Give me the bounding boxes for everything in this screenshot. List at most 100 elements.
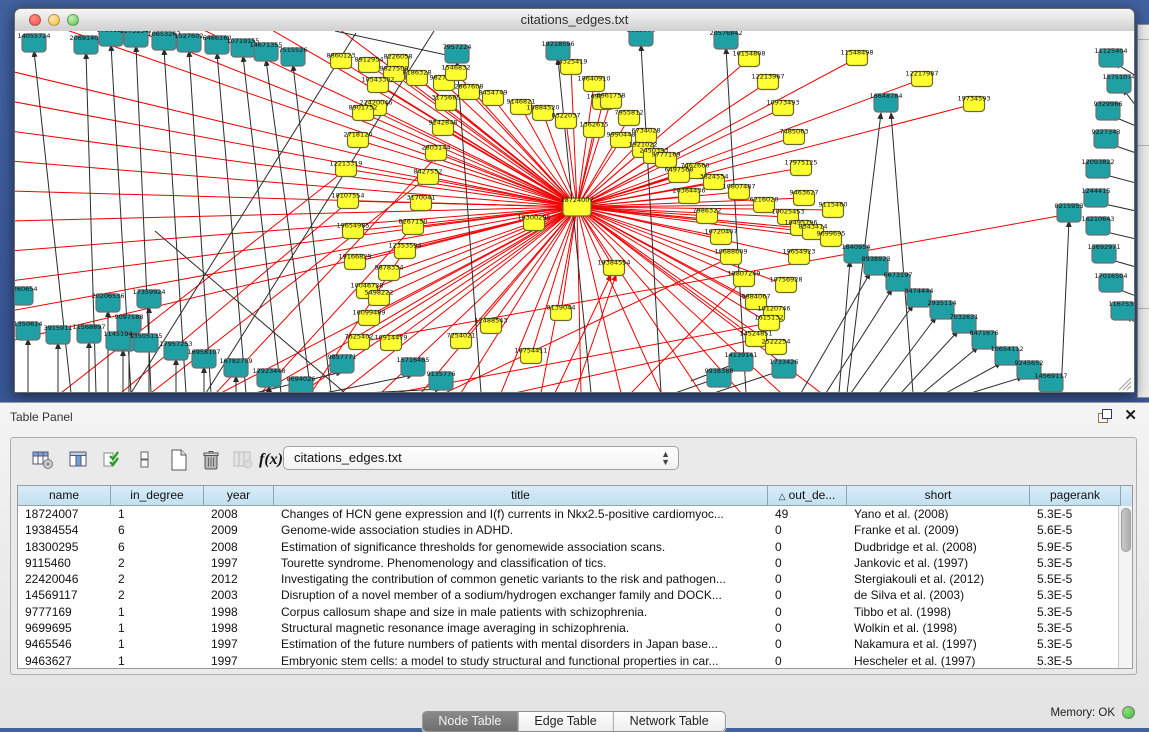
table-cell[interactable]: 2 bbox=[111, 555, 204, 571]
window-resize-grip[interactable] bbox=[1119, 378, 1131, 390]
table-cell[interactable]: 1 bbox=[111, 636, 204, 652]
table-cell[interactable]: 1 bbox=[111, 620, 204, 636]
graph-edge[interactable] bbox=[325, 375, 413, 392]
citation-network-graph[interactable]: 1872400788601238912954822605898275098186… bbox=[15, 31, 1134, 392]
graph-edge[interactable] bbox=[923, 347, 978, 392]
table-cell[interactable]: Investigating the contribution of common… bbox=[274, 571, 768, 587]
table-cell[interactable]: 9777169 bbox=[18, 604, 111, 620]
table-cell[interactable]: Genome-wide association studies in ADHD. bbox=[274, 522, 768, 538]
table-cell[interactable]: 2003 bbox=[204, 587, 274, 603]
graph-edge[interactable] bbox=[131, 33, 356, 392]
table-cell[interactable]: 18724007 bbox=[18, 506, 111, 522]
table-cell[interactable]: 5.3E-5 bbox=[1030, 555, 1121, 571]
table-cell[interactable]: 49 bbox=[768, 506, 847, 522]
column-header-short[interactable]: short bbox=[847, 486, 1030, 506]
close-panel-icon[interactable]: ✕ bbox=[1124, 409, 1137, 423]
table-cell[interactable]: 5.3E-5 bbox=[1030, 587, 1121, 603]
graph-edge[interactable] bbox=[826, 289, 892, 392]
table-cell[interactable]: 1 bbox=[111, 604, 204, 620]
graph-edge[interactable] bbox=[577, 102, 603, 207]
table-cell[interactable]: Estimation of the future numbers of pati… bbox=[274, 636, 768, 652]
network-canvas[interactable]: 1872400788601238912954822605898275098186… bbox=[15, 31, 1134, 392]
table-row[interactable]: 1830029562008Estimation of significance … bbox=[18, 539, 1132, 555]
table-cell[interactable]: de Silva et al. (2003) bbox=[847, 587, 1030, 603]
table-cell[interactable]: Dudbridge et al. (2008) bbox=[847, 539, 1030, 555]
column-header-name[interactable]: name bbox=[18, 486, 111, 506]
table-cell[interactable]: 22420046 bbox=[18, 571, 111, 587]
table-cell[interactable]: 5.3E-5 bbox=[1030, 604, 1121, 620]
column-header-pagerank[interactable]: pagerank bbox=[1030, 486, 1121, 506]
graph-edge[interactable] bbox=[577, 207, 581, 392]
delete-table-icon[interactable] bbox=[199, 447, 223, 473]
table-cell[interactable]: 2009 bbox=[204, 522, 274, 538]
table-cell[interactable]: 5.3E-5 bbox=[1030, 620, 1121, 636]
zoom-window-button[interactable] bbox=[67, 14, 79, 26]
clear-selection-icon[interactable] bbox=[133, 447, 157, 473]
tab-node-table[interactable]: Node Table bbox=[422, 712, 518, 731]
table-cell[interactable]: 5.3E-5 bbox=[1030, 506, 1121, 522]
table-cell[interactable]: Embryonic stem cells: a model to study s… bbox=[274, 653, 768, 669]
table-cell[interactable]: Franke et al. (2009) bbox=[847, 522, 1030, 538]
column-header-year[interactable]: year bbox=[204, 486, 274, 506]
graph-edge[interactable] bbox=[266, 60, 311, 392]
close-window-button[interactable] bbox=[29, 14, 41, 26]
float-panel-icon[interactable] bbox=[1098, 409, 1112, 423]
table-cell[interactable]: 2008 bbox=[204, 539, 274, 555]
table-cell[interactable]: 6 bbox=[111, 522, 204, 538]
tab-network-table[interactable]: Network Table bbox=[614, 712, 725, 731]
table-cell[interactable]: 1998 bbox=[204, 604, 274, 620]
table-cell[interactable]: 1 bbox=[111, 653, 204, 669]
table-cell[interactable]: Tibbo et al. (1998) bbox=[847, 604, 1030, 620]
table-cell[interactable]: 2 bbox=[111, 587, 204, 603]
table-cell[interactable]: Wolkin et al. (1998) bbox=[847, 620, 1030, 636]
vertical-scrollbar[interactable] bbox=[1118, 506, 1132, 668]
new-table-icon[interactable] bbox=[167, 447, 191, 473]
table-cell[interactable]: 1997 bbox=[204, 653, 274, 669]
graph-edge[interactable] bbox=[851, 305, 913, 392]
graph-edge[interactable] bbox=[243, 56, 281, 392]
table-cell[interactable]: Hescheler et al. (1997) bbox=[847, 653, 1030, 669]
table-row[interactable]: 1456911722003Disruption of a novel membe… bbox=[18, 587, 1132, 603]
table-row[interactable]: 946362711997Embryonic stem cells: a mode… bbox=[18, 653, 1132, 669]
table-cell[interactable]: 5.6E-5 bbox=[1030, 522, 1121, 538]
graph-edge[interactable] bbox=[726, 48, 746, 392]
table-cell[interactable]: 2 bbox=[111, 571, 204, 587]
table-settings-icon[interactable] bbox=[31, 447, 55, 473]
table-cell[interactable]: 0 bbox=[768, 604, 847, 620]
table-cell[interactable]: Jankovic et al. (1997) bbox=[847, 555, 1030, 571]
table-row[interactable]: 969969511998Structural magnetic resonanc… bbox=[18, 620, 1132, 636]
graph-edge[interactable] bbox=[577, 84, 594, 207]
column-header-title[interactable]: title bbox=[274, 486, 768, 506]
table-cell[interactable]: Disruption of a novel member of a sodium… bbox=[274, 587, 768, 603]
table-cell[interactable]: 6 bbox=[111, 539, 204, 555]
table-cell[interactable]: Yano et al. (2008) bbox=[847, 506, 1030, 522]
table-cell[interactable]: 18300295 bbox=[18, 539, 111, 555]
table-cell[interactable]: 2008 bbox=[204, 506, 274, 522]
table-cell[interactable]: 2012 bbox=[204, 571, 274, 587]
table-cell[interactable]: Structural magnetic resonance image aver… bbox=[274, 620, 768, 636]
table-cell[interactable]: 0 bbox=[768, 587, 847, 603]
table-cell[interactable]: 9699695 bbox=[18, 620, 111, 636]
table-cell[interactable]: 9465546 bbox=[18, 636, 111, 652]
column-header-out-de-[interactable]: △out_de... bbox=[768, 486, 847, 506]
table-cell[interactable]: 9115460 bbox=[18, 555, 111, 571]
table-cell[interactable]: Stergiakouli et al. (2012) bbox=[847, 571, 1030, 587]
network-window-titlebar[interactable]: citations_edges.txt bbox=[15, 9, 1134, 32]
graph-edge[interactable] bbox=[555, 275, 611, 392]
graph-edge[interactable] bbox=[217, 53, 246, 392]
table-cell[interactable]: Estimation of significance thresholds fo… bbox=[274, 539, 768, 555]
graph-edge[interactable] bbox=[221, 207, 577, 392]
select-all-icon[interactable] bbox=[101, 447, 125, 473]
graph-edge[interactable] bbox=[971, 377, 1023, 392]
tab-edge-table[interactable]: Edge Table bbox=[518, 712, 613, 731]
table-row[interactable]: 2242004622012Investigating the contribut… bbox=[18, 571, 1132, 587]
minimize-window-button[interactable] bbox=[48, 14, 60, 26]
table-cell[interactable]: 14569117 bbox=[18, 587, 111, 603]
table-row[interactable]: 1872400712008Changes of HCN gene express… bbox=[18, 506, 1132, 522]
table-row[interactable]: 911546021997Tourette syndrome. Phenomeno… bbox=[18, 555, 1132, 571]
table-cell[interactable]: 0 bbox=[768, 571, 847, 587]
table-row[interactable]: 946554611997Estimation of the future num… bbox=[18, 636, 1132, 652]
table-cell[interactable]: 1997 bbox=[204, 555, 274, 571]
graph-edge[interactable] bbox=[901, 331, 958, 392]
table-cell[interactable]: Corpus callosum shape and size in male p… bbox=[274, 604, 768, 620]
